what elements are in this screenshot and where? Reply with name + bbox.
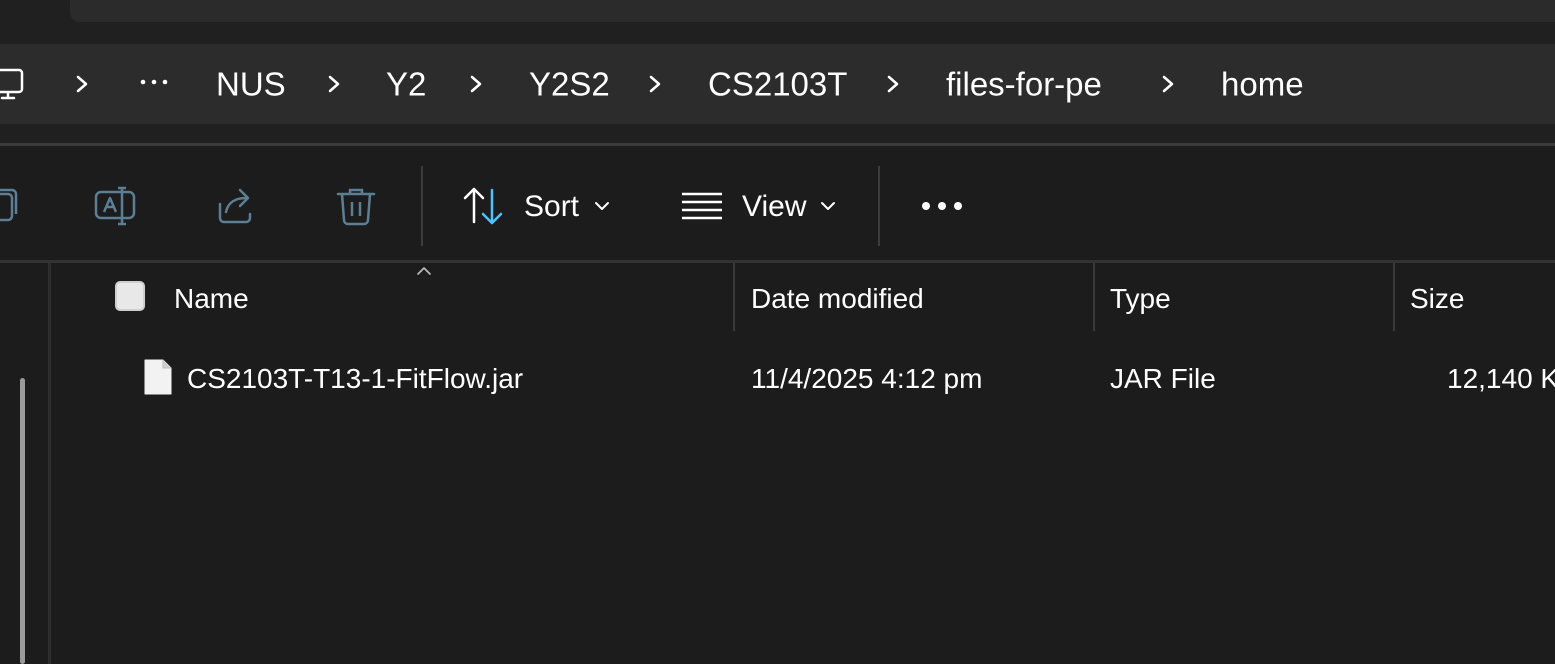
share-icon[interactable] [214, 184, 258, 228]
view-lines-icon[interactable] [680, 184, 724, 228]
breadcrumb-item-nus[interactable]: NUS [216, 68, 286, 101]
breadcrumb-item-y2s2[interactable]: Y2S2 [529, 68, 610, 101]
select-all-checkbox[interactable] [115, 281, 145, 311]
more-options-icon[interactable] [916, 190, 968, 222]
navigation-pane-border[interactable] [48, 263, 51, 664]
breadcrumb-item-cs2103t[interactable]: CS2103T [708, 68, 847, 101]
divider [0, 260, 1555, 263]
file-icon [144, 359, 172, 395]
chevron-right-icon[interactable] [466, 72, 486, 96]
rename-icon[interactable] [94, 184, 138, 228]
column-header-date-modified[interactable]: Date modified [751, 285, 924, 313]
chevron-down-icon[interactable] [820, 199, 836, 213]
this-pc-icon[interactable] [0, 64, 26, 104]
navigation-scrollbar[interactable] [20, 378, 25, 664]
toolbar-separator [878, 166, 880, 246]
chevron-right-icon[interactable] [324, 72, 344, 96]
column-header-type[interactable]: Type [1110, 285, 1171, 313]
address-bar-gap [0, 124, 1555, 144]
column-separator[interactable] [1093, 263, 1095, 331]
column-separator[interactable] [733, 263, 735, 331]
sort-button[interactable]: Sort [524, 192, 579, 222]
file-type: JAR File [1110, 363, 1216, 394]
chevron-right-icon[interactable] [883, 72, 903, 96]
view-button[interactable]: View [742, 192, 806, 222]
toolbar-separator [421, 166, 423, 246]
breadcrumb-overflow-icon[interactable] [138, 70, 172, 94]
chevron-right-icon[interactable] [645, 72, 665, 96]
column-header-name[interactable]: Name [174, 285, 249, 313]
sort-ascending-icon [417, 267, 431, 275]
file-size: 12,140 K [1447, 363, 1555, 394]
tab-strip [70, 0, 1555, 22]
chevron-down-icon[interactable] [594, 199, 610, 213]
file-explorer-window: NUS Y2 Y2S2 CS2103T files-for-pe home So… [0, 0, 1555, 664]
column-header-size[interactable]: Size [1410, 285, 1464, 313]
chevron-right-icon[interactable] [1158, 72, 1178, 96]
file-date-modified: 11/4/2025 4:12 pm [751, 363, 983, 394]
breadcrumb-item-home[interactable]: home [1221, 68, 1304, 101]
file-name[interactable]: CS2103T-T13-1-FitFlow.jar [187, 365, 523, 393]
delete-icon[interactable] [334, 184, 378, 228]
chevron-right-icon[interactable] [72, 72, 92, 96]
column-separator[interactable] [1393, 263, 1395, 331]
copy-icon[interactable] [0, 184, 24, 228]
sort-arrows-icon[interactable] [462, 184, 506, 228]
breadcrumb-item-y2[interactable]: Y2 [386, 68, 426, 101]
breadcrumb-item-files-for-pe[interactable]: files-for-pe [946, 68, 1102, 101]
